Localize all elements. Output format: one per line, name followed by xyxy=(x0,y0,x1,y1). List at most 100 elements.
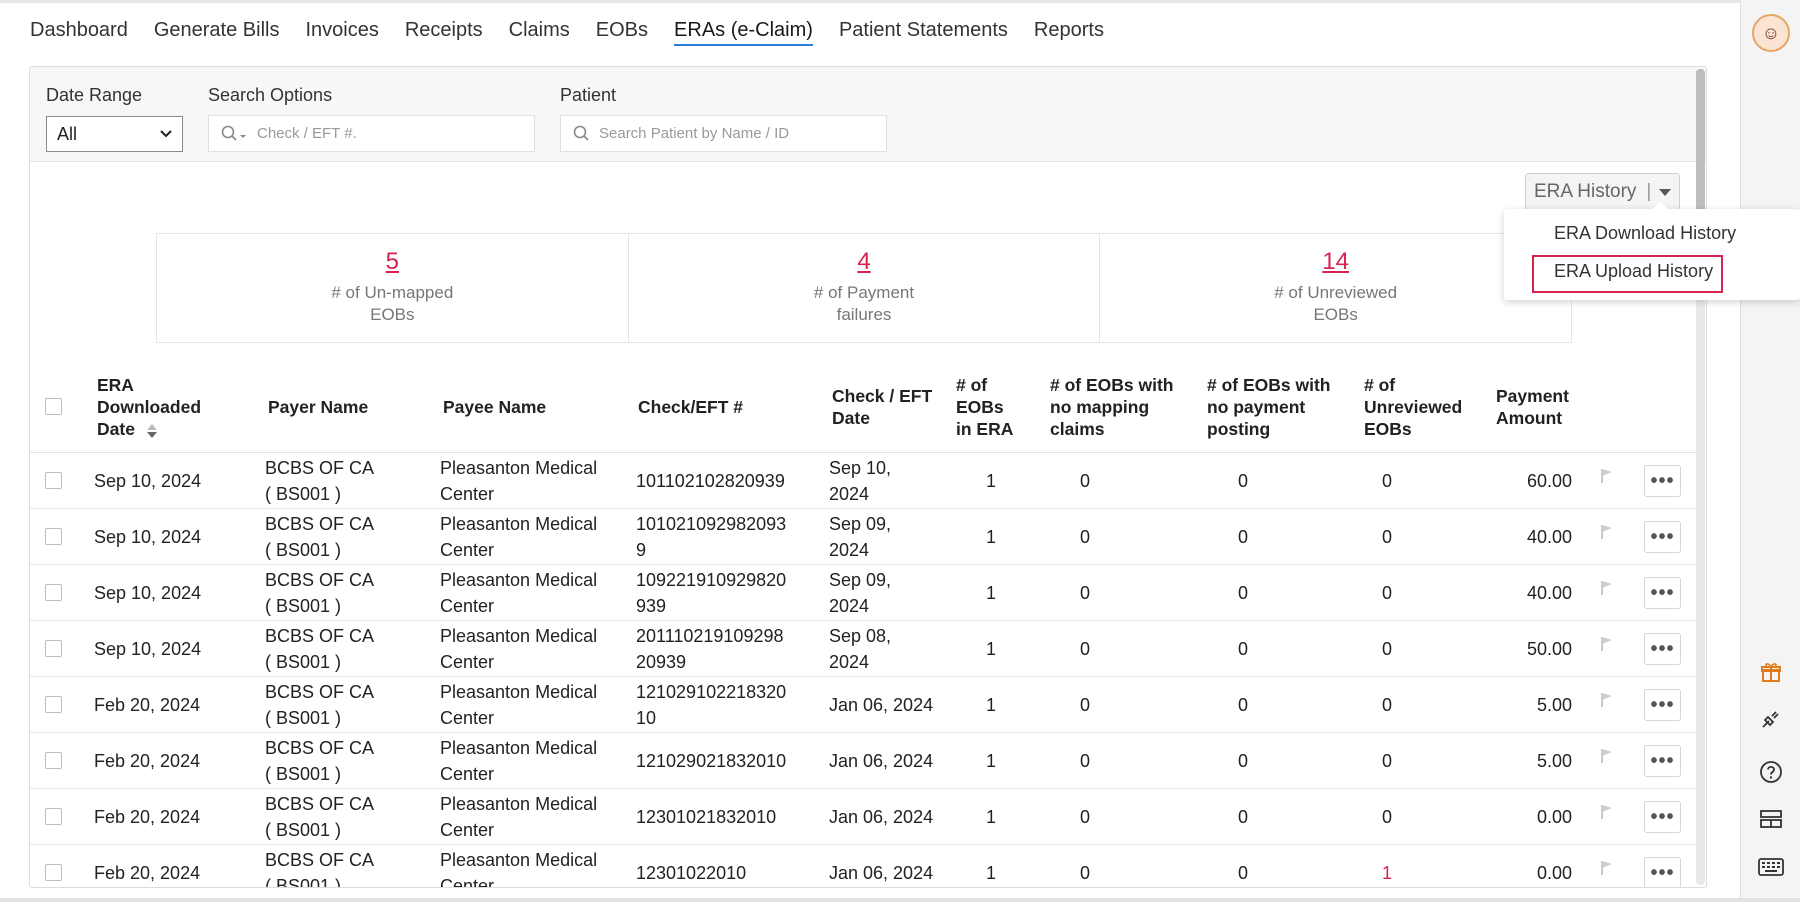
more-options-button[interactable]: ••• xyxy=(1644,857,1681,887)
flag-icon[interactable] xyxy=(1600,524,1614,543)
table-row[interactable]: Feb 20, 2024 BCBS OF CA ( BS001 ) Pleasant… xyxy=(30,845,1706,887)
era-history-label: ERA History xyxy=(1534,181,1637,202)
chevron-down-icon xyxy=(160,130,172,138)
column-header[interactable]: # of EOBs with no mapping claims xyxy=(1050,374,1173,440)
more-options-button[interactable]: ••• xyxy=(1644,633,1681,665)
column-header[interactable]: # of Unreviewed EOBs xyxy=(1364,374,1462,440)
stat-value-link[interactable]: 4 xyxy=(629,248,1100,276)
column-header[interactable]: # of EOBs in ERA xyxy=(956,374,1013,440)
more-options-button[interactable]: ••• xyxy=(1644,465,1681,497)
more-options-button[interactable]: ••• xyxy=(1644,745,1681,777)
tab-eobs[interactable]: EOBs xyxy=(596,15,648,46)
more-options-button[interactable]: ••• xyxy=(1644,577,1681,609)
tab-dashboard[interactable]: Dashboard xyxy=(30,15,128,46)
gift-icon[interactable] xyxy=(1758,659,1784,685)
row-checkbox[interactable] xyxy=(45,752,62,769)
row-checkbox[interactable] xyxy=(45,528,62,545)
flag-icon[interactable] xyxy=(1600,692,1614,711)
more-options-button[interactable]: ••• xyxy=(1644,689,1681,721)
table-cell: 121029021832010 xyxy=(636,751,787,771)
table-cell: 0 xyxy=(1381,471,1392,491)
search-icon xyxy=(221,125,246,141)
table-cell: 0 xyxy=(1079,863,1090,883)
row-checkbox[interactable] xyxy=(45,864,62,881)
patient-search-input[interactable]: Search Patient by Name / ID xyxy=(560,115,887,152)
avatar[interactable]: ☺ xyxy=(1752,14,1790,52)
table-cell: Feb 20, 2024 xyxy=(94,863,201,883)
row-checkbox[interactable] xyxy=(45,640,62,657)
row-checkbox[interactable] xyxy=(45,696,62,713)
tab-eras-e-claim[interactable]: ERAs (e-Claim) xyxy=(674,15,813,46)
table-row[interactable]: Sep 10, 2024 BCBS OF CA ( BS001 ) Pleasant… xyxy=(30,453,1706,509)
vertical-scrollbar[interactable] xyxy=(1696,69,1705,885)
row-checkbox[interactable] xyxy=(45,472,62,489)
table-row[interactable]: Sep 10, 2024 BCBS OF CA ( BS001 ) Pleasant… xyxy=(30,621,1706,677)
table-header: ERA Downloaded Date Payer Name Payee Name C… xyxy=(30,361,1706,453)
flag-icon[interactable] xyxy=(1600,636,1614,655)
table-cell: Sep 10, 2024 xyxy=(829,458,892,504)
plug-icon[interactable] xyxy=(1758,706,1784,732)
table-cell: Sep 09, 2024 xyxy=(829,514,892,560)
table-cell: 1 xyxy=(985,639,996,659)
help-icon[interactable] xyxy=(1758,759,1784,785)
table-row[interactable]: Sep 10, 2024 BCBS OF CA ( BS001 ) Pleasant… xyxy=(30,509,1706,565)
tab-claims[interactable]: Claims xyxy=(509,15,570,46)
table-cell: BCBS OF CA ( BS001 ) xyxy=(265,570,375,616)
row-checkbox[interactable] xyxy=(45,584,62,601)
column-header[interactable]: Check / EFT Date xyxy=(832,385,932,429)
table-cell: 0 xyxy=(1079,751,1090,771)
table-cell: 0 xyxy=(1237,471,1248,491)
right-sidebar: ☺ xyxy=(1740,0,1800,902)
tab-patient-statements[interactable]: Patient Statements xyxy=(839,15,1008,46)
more-options-button[interactable]: ••• xyxy=(1644,521,1681,553)
table-cell: 0 xyxy=(1381,583,1392,603)
summary-stats: 5 # of Un-mapped EOBs 4 # of Payment failur… xyxy=(156,233,1572,343)
table-cell: 0 xyxy=(1381,695,1392,715)
flag-icon[interactable] xyxy=(1600,804,1614,823)
top-navigation: Dashboard Generate Bills Invoices Receipts C… xyxy=(0,0,1740,58)
stat-label: # of Un-mapped EOBs xyxy=(331,283,454,324)
column-header[interactable]: Check/EFT # xyxy=(638,396,743,418)
table-row[interactable]: Feb 20, 2024 BCBS OF CA ( BS001 ) Pleasant… xyxy=(30,789,1706,845)
stat-value-link[interactable]: 14 xyxy=(1100,248,1571,276)
table-cell: Feb 20, 2024 xyxy=(94,751,201,771)
flag-icon[interactable] xyxy=(1600,860,1614,879)
flag-icon[interactable] xyxy=(1600,748,1614,767)
column-header[interactable]: Payee Name xyxy=(443,396,546,418)
table-row[interactable]: Sep 10, 2024 BCBS OF CA ( BS001 ) Pleasant… xyxy=(30,565,1706,621)
column-header[interactable]: # of EOBs with no payment posting xyxy=(1207,374,1330,440)
flag-icon[interactable] xyxy=(1600,468,1614,487)
stat-card: 14 # of Unreviewed EOBs xyxy=(1100,234,1571,342)
stat-card: 5 # of Un-mapped EOBs xyxy=(157,234,629,342)
table-cell: BCBS OF CA ( BS001 ) xyxy=(265,738,375,784)
sort-icon[interactable] xyxy=(146,423,158,444)
column-header[interactable]: Payment Amount xyxy=(1496,385,1569,429)
menu-item-era-download-history[interactable]: ERA Download History xyxy=(1554,223,1736,244)
tab-receipts[interactable]: Receipts xyxy=(405,15,483,46)
date-range-value: All xyxy=(57,123,78,144)
tab-reports[interactable]: Reports xyxy=(1034,15,1104,46)
layout-icon[interactable] xyxy=(1758,806,1784,832)
tab-generate-bills[interactable]: Generate Bills xyxy=(154,15,280,46)
table-row[interactable]: Feb 20, 2024 BCBS OF CA ( BS001 ) Pleasant… xyxy=(30,677,1706,733)
keyboard-icon[interactable] xyxy=(1758,854,1784,880)
tab-invoices[interactable]: Invoices xyxy=(305,15,378,46)
date-range-select[interactable]: All xyxy=(46,116,183,152)
flag-icon[interactable] xyxy=(1600,580,1614,599)
check-eft-search-input[interactable]: Check / EFT #. xyxy=(208,115,535,152)
more-options-button[interactable]: ••• xyxy=(1644,801,1681,833)
table-cell: 1 xyxy=(985,583,996,603)
table-cell: 0 xyxy=(1237,639,1248,659)
select-all-checkbox[interactable] xyxy=(45,398,62,415)
row-checkbox[interactable] xyxy=(45,808,62,825)
table-cell: Feb 20, 2024 xyxy=(94,807,201,827)
table-cell: 0 xyxy=(1237,751,1248,771)
table-row[interactable]: Feb 20, 2024 BCBS OF CA ( BS001 ) Pleasant… xyxy=(30,733,1706,789)
stat-value-link[interactable]: 5 xyxy=(157,248,628,276)
table-cell: Sep 10, 2024 xyxy=(94,583,202,603)
column-header[interactable]: Payer Name xyxy=(268,396,368,418)
table-cell: Sep 08, 2024 xyxy=(829,626,892,672)
table-cell: 0 xyxy=(1079,695,1090,715)
table-cell: 5.00 xyxy=(1536,751,1572,771)
table-cell: 0.00 xyxy=(1536,807,1572,827)
